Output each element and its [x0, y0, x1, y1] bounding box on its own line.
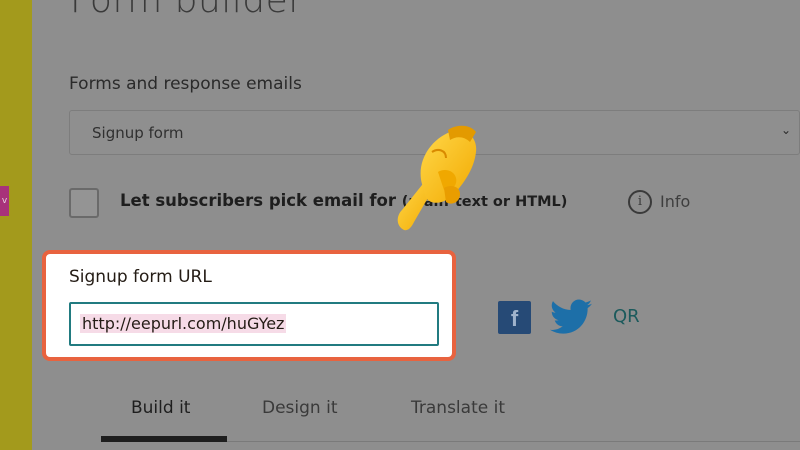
signup-url-value: http://eepurl.com/huGYez	[80, 314, 287, 333]
active-tab-indicator	[101, 436, 227, 442]
tab-translate-it[interactable]: Translate it	[411, 398, 505, 418]
pointing-hand-icon	[397, 125, 477, 231]
sidebar-badge[interactable]: v	[0, 186, 9, 216]
info-icon[interactable]: i	[628, 190, 652, 214]
signup-url-label: Signup form URL	[69, 267, 212, 287]
tab-design-it[interactable]: Design it	[262, 398, 338, 418]
qr-code-link[interactable]: QR	[613, 306, 640, 327]
facebook-share-icon[interactable]: f	[498, 301, 531, 334]
email-format-checkbox[interactable]	[69, 188, 99, 218]
select-value: Signup form	[92, 124, 184, 142]
email-format-label-main: Let subscribers pick email for	[120, 191, 397, 210]
forms-section-label: Forms and response emails	[69, 74, 302, 94]
signup-url-panel: Signup form URL http://eepurl.com/huGYez	[42, 250, 456, 361]
email-format-label: Let subscribers pick email for (plain-te…	[120, 191, 567, 210]
page-title: Form builder	[70, 0, 304, 21]
info-link[interactable]: Info	[660, 192, 690, 211]
twitter-bird-icon[interactable]	[550, 298, 592, 336]
signup-url-field[interactable]: http://eepurl.com/huGYez	[69, 302, 439, 346]
left-sidebar: v	[0, 0, 32, 450]
tab-build-it[interactable]: Build it	[131, 398, 190, 418]
chevron-down-icon: ⌄	[781, 123, 792, 137]
